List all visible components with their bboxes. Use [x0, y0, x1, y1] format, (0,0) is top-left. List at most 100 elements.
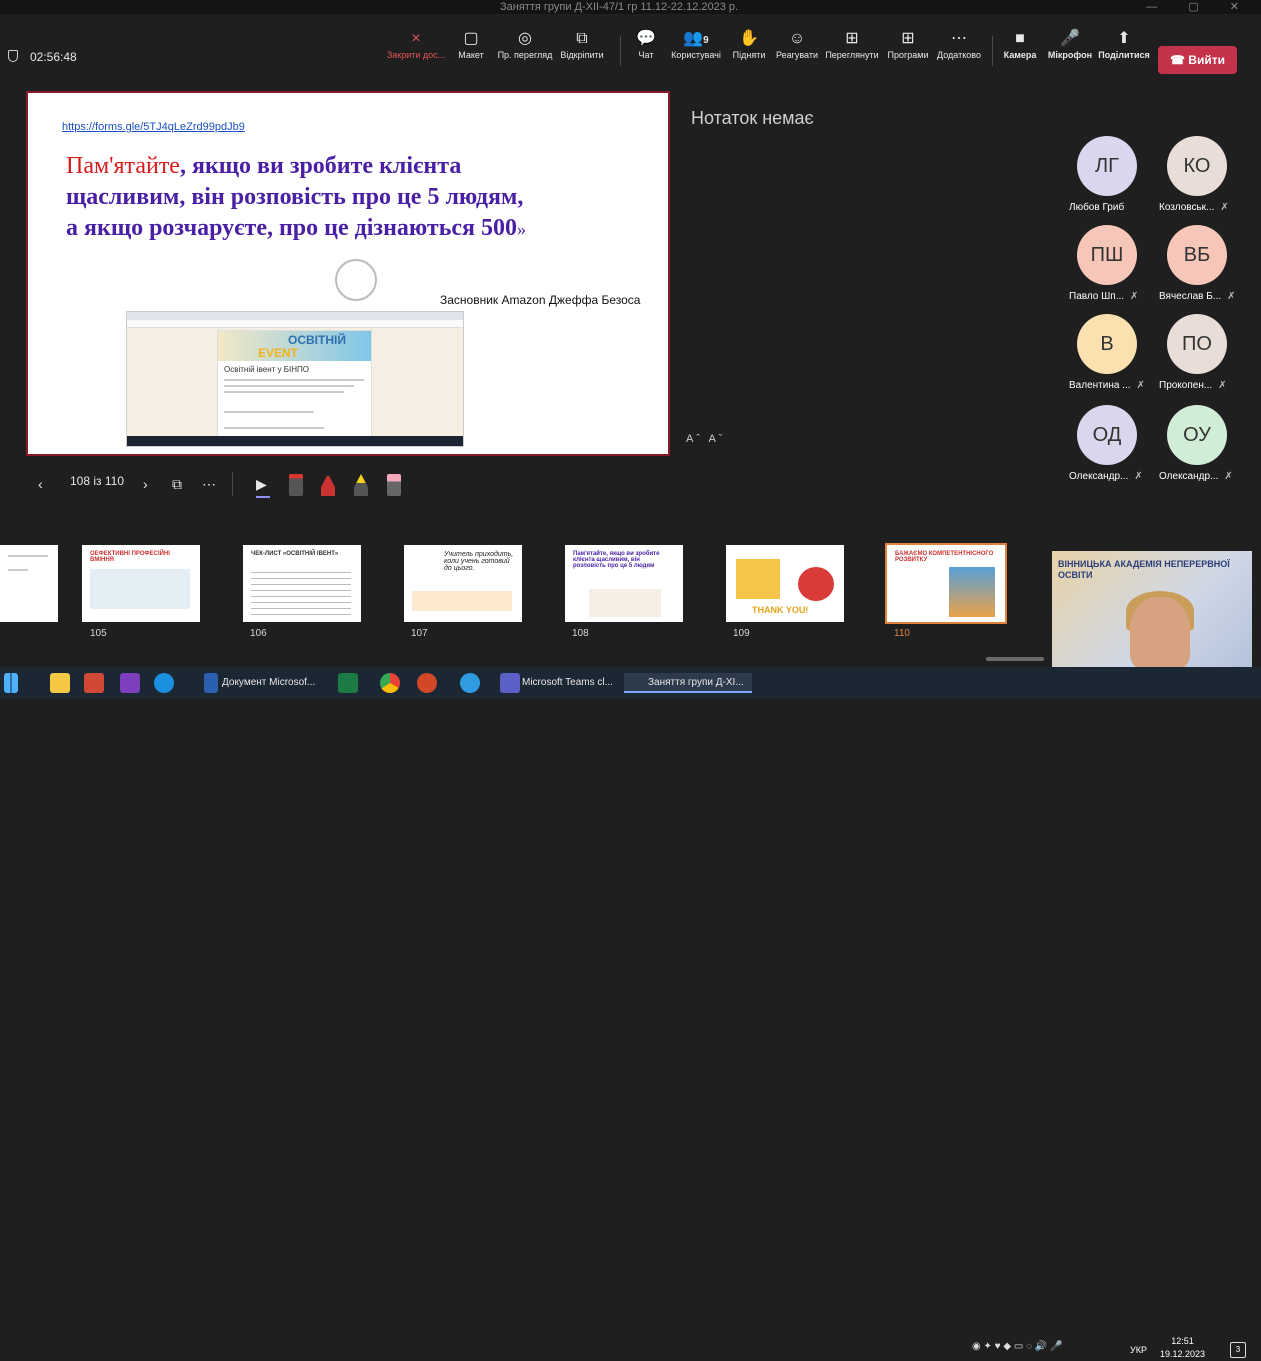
laser-pointer-icon[interactable]: ▶: [256, 474, 267, 494]
slide-counter: 108 із 110: [70, 474, 124, 488]
more-button[interactable]: ⋯ Додатково: [934, 28, 984, 70]
microphone-icon: 🎤: [1060, 30, 1080, 47]
slide-thumbnail-110[interactable]: БАЖАЄМО КОМПЕТЕНТНІСНОГО РОЗВИТКУ: [885, 543, 1007, 624]
mic-muted-icon: ✗: [1136, 380, 1145, 391]
meeting-toolbar: 02:56:48 × Закрити дос... ▢ Макет ◎ Пр. пер…: [0, 14, 1261, 74]
participant-avatar[interactable]: КО: [1167, 136, 1227, 196]
camera-button[interactable]: ■ Камера: [1002, 28, 1038, 70]
participant-name-text: Вячеслав Б...: [1159, 291, 1222, 302]
taskbar-teams-window[interactable]: Microsoft Teams cl...: [522, 673, 613, 693]
view-button[interactable]: ⊞ Переглянути: [822, 28, 882, 70]
participant-name-text: Козловськ...: [1159, 202, 1215, 213]
toolbar-divider: [992, 36, 993, 66]
thumb-number: 107: [411, 628, 428, 639]
chrome-icon[interactable]: [380, 673, 400, 693]
mic-muted-icon: ✗: [1220, 202, 1229, 213]
embedded-form: ОСВІТНІЙ EVENT Освітній івент у БІНПО: [217, 330, 372, 438]
mic-muted-icon: ✗: [1218, 380, 1227, 391]
thumb-number: 110: [894, 628, 910, 639]
file-explorer-icon[interactable]: [50, 673, 70, 693]
participant-name: Олександр... ✗: [1069, 471, 1143, 482]
browser-address-bar: [127, 320, 463, 328]
slide-thumbnail-106[interactable]: ЧЕК-ЛИСТ «ОСВІТНІЙ ІВЕНТ»: [243, 545, 361, 622]
word-icon[interactable]: [204, 673, 218, 693]
mic-muted-icon: ✗: [1227, 291, 1236, 302]
thumb-figure: [90, 569, 190, 609]
slide-thumbnail-108[interactable]: Пам'ятайте, якщо ви зробите клієнта щасл…: [565, 545, 683, 622]
view-label: Переглянути: [825, 50, 879, 60]
react-button[interactable]: ☺ Реагувати: [774, 28, 820, 70]
red-pen-icon[interactable]: [321, 474, 335, 496]
skype-icon[interactable]: [154, 673, 174, 693]
slide-quote: Пам'ятайте, якщо ви зробите клієнта щасл…: [66, 151, 546, 245]
participant-avatar[interactable]: ПО: [1167, 314, 1227, 374]
pen-icon[interactable]: [289, 474, 303, 496]
app-icon[interactable]: [84, 673, 104, 693]
onenote-icon[interactable]: [120, 673, 140, 693]
camera-label: Камера: [1003, 50, 1037, 60]
powerpoint-icon[interactable]: [417, 673, 437, 693]
notifications-icon[interactable]: 3: [1230, 1342, 1246, 1358]
thumb-title: Пам'ятайте, якщо ви зробите клієнта щасл…: [573, 551, 660, 569]
chat-label: Чат: [638, 50, 654, 60]
taskbar-word-window[interactable]: Документ Microsof...: [222, 673, 315, 693]
prev-slide-button[interactable]: ‹: [38, 474, 43, 494]
participant-name: Вячеслав Б... ✗: [1159, 291, 1236, 302]
participant-avatar[interactable]: ОД: [1077, 405, 1137, 465]
share-icon: ⬆: [1117, 30, 1131, 47]
share-label: Поділитися: [1098, 50, 1150, 60]
slide-thumbnail-partial[interactable]: [0, 545, 58, 622]
language-indicator[interactable]: УКР: [1130, 1345, 1147, 1355]
clock-date: 19.12.2023: [1160, 1349, 1206, 1359]
highlighter-icon[interactable]: [354, 474, 368, 496]
form-link[interactable]: https://forms.gle/5TJ4qLeZrd99pdJb9: [62, 121, 245, 133]
taskbar-clock[interactable]: 12:51 19.12.2023: [1160, 1335, 1205, 1361]
preview-icon: ◎: [518, 30, 532, 47]
participant-name: Валентина ... ✗: [1069, 380, 1145, 391]
people-button[interactable]: 👥9 Користувачі: [668, 28, 724, 70]
participant-name-text: Валентина ...: [1069, 380, 1131, 391]
thumbnail-scrollbar[interactable]: [986, 657, 1044, 661]
banner-top-text: ОСВІТНІЙ: [288, 333, 346, 347]
edge-icon[interactable]: [460, 673, 480, 693]
layout-label: Макет: [458, 50, 484, 60]
leave-button[interactable]: ☎ Вийти: [1158, 46, 1237, 74]
teams-icon[interactable]: [500, 673, 520, 693]
window-controls[interactable]: — ▢ ✕: [1146, 0, 1253, 14]
slide-thumbnail-105[interactable]: ОЕФЕКТИВНІ ПРОФЕСІЙНІ ВМІННЯ: [82, 545, 200, 622]
taskbar-meeting-window[interactable]: Заняття групи Д-XI...: [624, 673, 752, 693]
participant-avatar[interactable]: ОУ: [1167, 405, 1227, 465]
leave-label: Вийти: [1188, 53, 1225, 67]
text-line: [224, 385, 354, 387]
participant-avatar[interactable]: ВБ: [1167, 225, 1227, 285]
excel-icon[interactable]: [338, 673, 358, 693]
pager-more-button[interactable]: ⋯: [202, 474, 216, 494]
font-size-controls[interactable]: Aˆ Aˇ: [686, 433, 725, 445]
mic-button[interactable]: 🎤 Мікрофон: [1046, 28, 1094, 70]
windows-start-icon[interactable]: [4, 673, 18, 693]
layout-button[interactable]: ▢ Макет: [456, 28, 486, 70]
chat-button[interactable]: 💬 Чат: [634, 28, 658, 70]
raise-hand-button[interactable]: ✋ Підняти: [730, 28, 768, 70]
participant-name-text: Павло Шп...: [1069, 291, 1125, 302]
slide-thumbnail-107[interactable]: Учитель приходить, коли учень готовий до…: [404, 545, 522, 622]
close-share-button[interactable]: × Закрити дос...: [384, 28, 448, 70]
participant-avatar[interactable]: В: [1077, 314, 1137, 374]
quote-author: Засновник Amazon Джеффа Безоса: [440, 293, 641, 307]
participant-avatar[interactable]: ПШ: [1077, 225, 1137, 285]
preview-button[interactable]: ◎ Пр. перегляд: [496, 28, 554, 70]
slide-thumbnail-109[interactable]: THANK YOU!: [726, 545, 844, 622]
participant-avatar[interactable]: ЛГ: [1077, 136, 1137, 196]
notes-empty: Нотаток немає: [691, 108, 814, 128]
quote-end-text: »: [517, 219, 527, 239]
eraser-icon[interactable]: [387, 474, 401, 496]
next-slide-button[interactable]: ›: [143, 474, 148, 494]
tray-icons[interactable]: ◉ ✦ ♥ ◆ ▭ ◌ 🔊 🎤: [972, 1341, 1062, 1352]
slide-grid-icon[interactable]: ⧉: [172, 474, 182, 494]
thumb-number: 109: [733, 628, 750, 639]
share-button[interactable]: ⬆ Поділитися: [1098, 28, 1150, 70]
window-title: Заняття групи Д-XII-47/1 гр 11.12-22.12.…: [500, 1, 739, 13]
unpin-button[interactable]: ⧉ Відкріпити: [558, 28, 606, 70]
people-glyph: 👥: [683, 30, 704, 47]
apps-button[interactable]: ⊞ Програми: [884, 28, 932, 70]
